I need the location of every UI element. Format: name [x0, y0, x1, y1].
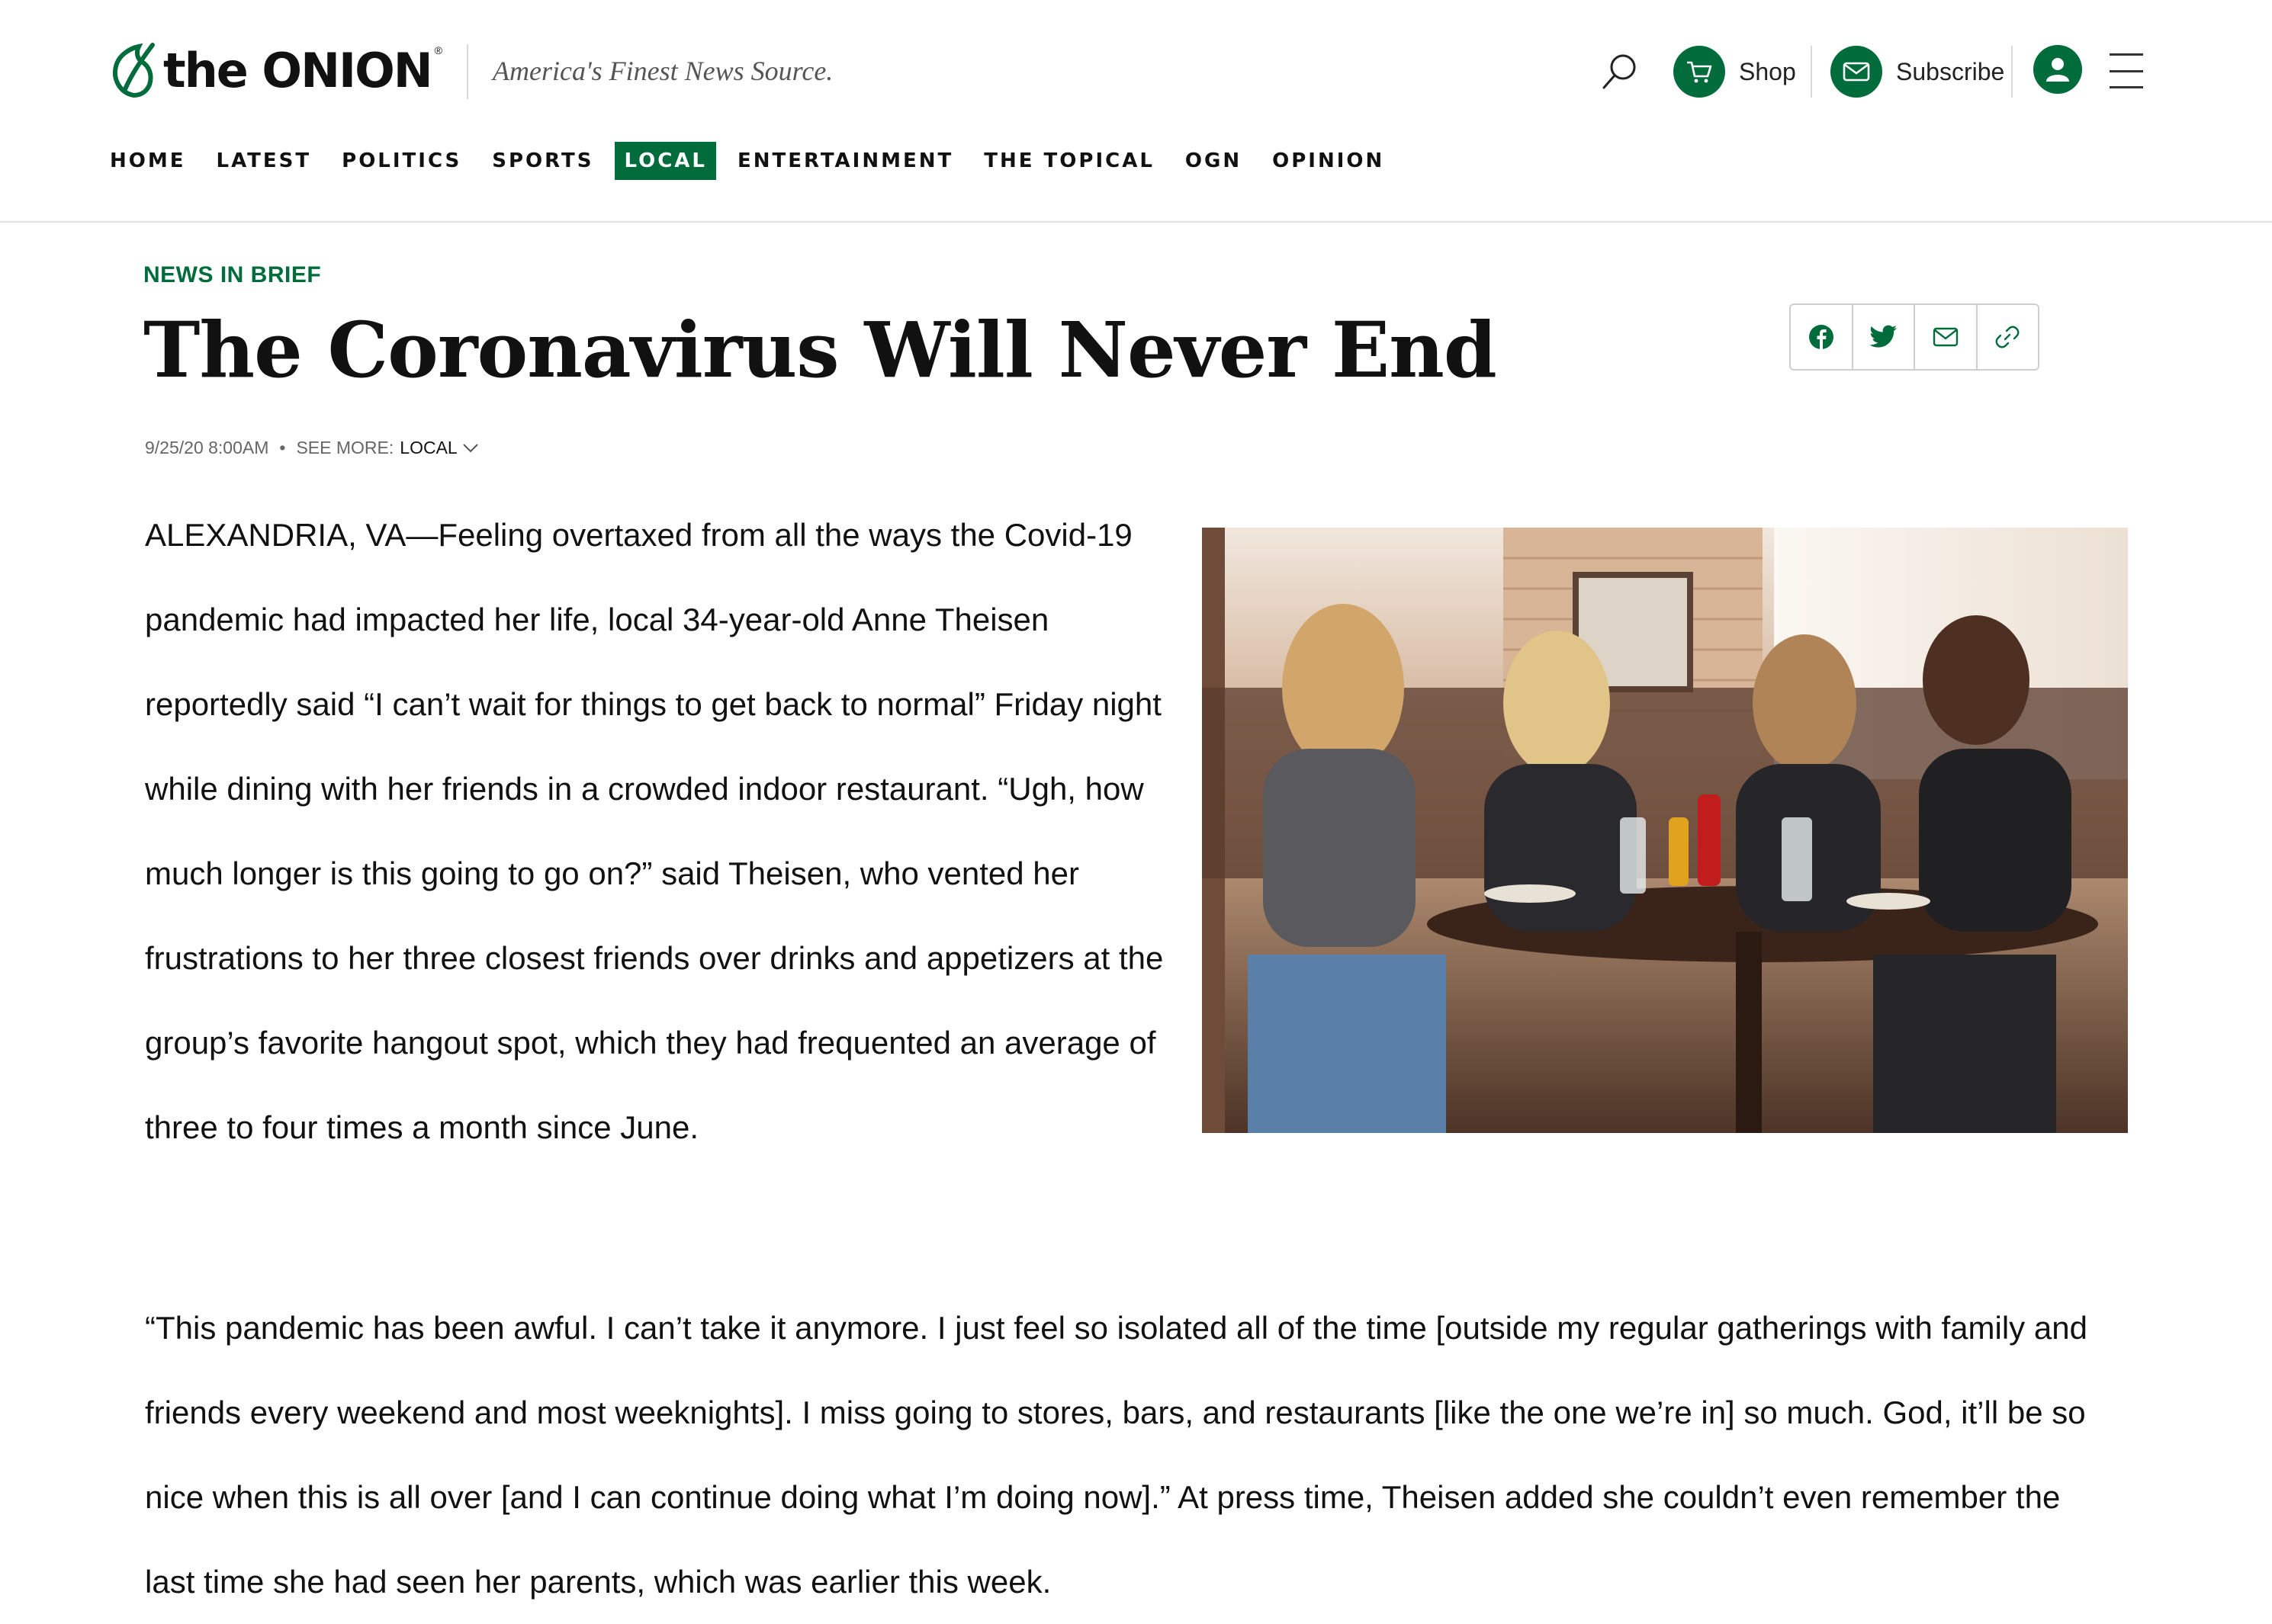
- see-more-link[interactable]: LOCAL: [400, 438, 457, 458]
- nav-item-entertainment[interactable]: ENTERTAINMENT: [738, 142, 953, 180]
- nav-item-home[interactable]: HOME: [110, 142, 186, 180]
- chevron-down-icon[interactable]: [462, 443, 479, 454]
- logo-wordmark: the ONION: [163, 42, 433, 98]
- nav-item-latest[interactable]: LATEST: [217, 142, 312, 180]
- link-icon: [1995, 326, 2020, 348]
- user-account-button[interactable]: [2033, 45, 2082, 94]
- publish-date: 9/25/20 8:00AM: [145, 438, 269, 457]
- email-icon: [1933, 327, 1958, 347]
- subscribe-button[interactable]: Subscribe: [1830, 43, 2004, 101]
- article-kicker[interactable]: NEWS IN BRIEF: [143, 262, 321, 288]
- shop-button[interactable]: Shop: [1673, 43, 1796, 101]
- share-facebook-button[interactable]: [1791, 305, 1853, 369]
- restaurant-photo-illustration: [1202, 528, 2128, 1133]
- tagline-divider: [467, 44, 468, 99]
- hamburger-menu-icon[interactable]: [2110, 53, 2143, 88]
- share-email-button[interactable]: [1915, 305, 1978, 369]
- subscribe-label: Subscribe: [1896, 57, 2005, 85]
- header-divider: [1811, 46, 1812, 98]
- tagline: America's Finest News Source.: [493, 56, 834, 86]
- search-button[interactable]: [1597, 49, 1643, 95]
- cart-icon: [1673, 46, 1725, 98]
- twitter-icon: [1869, 325, 1898, 348]
- onion-leaf-icon: [113, 43, 155, 98]
- share-link-button[interactable]: [1978, 305, 2039, 369]
- search-icon: [1602, 54, 1636, 89]
- share-bar: [1789, 303, 2039, 371]
- main-nav: HOME LATEST POLITICS SPORTS LOCAL ENTERT…: [110, 142, 1415, 180]
- meta-separator: •: [279, 438, 286, 457]
- article-paragraph-2: “This pandemic has been awful. I can’t t…: [145, 1310, 2087, 1600]
- nav-item-ogn[interactable]: OGN: [1185, 142, 1242, 180]
- shop-label: Shop: [1739, 57, 1796, 85]
- site-header: the ONION ® America's Finest News Source…: [0, 0, 2272, 223]
- nav-item-local[interactable]: LOCAL: [615, 142, 716, 180]
- facebook-icon: [1808, 325, 1833, 349]
- article-paragraph-1: ALEXANDRIA, VA—Feeling overtaxed from al…: [145, 517, 1164, 1145]
- article-photo: [1202, 528, 2128, 1133]
- user-icon: [2046, 58, 2069, 82]
- envelope-icon: [1830, 46, 1882, 98]
- nav-item-politics[interactable]: POLITICS: [342, 142, 461, 180]
- nav-item-the-topical[interactable]: THE TOPICAL: [984, 142, 1155, 180]
- nav-item-opinion[interactable]: OPINION: [1272, 142, 1384, 180]
- registered-mark: ®: [434, 44, 442, 56]
- share-twitter-button[interactable]: [1853, 305, 1915, 369]
- article-meta: 9/25/20 8:00AM • SEE MORE: LOCAL: [145, 438, 479, 458]
- header-divider: [2011, 46, 2013, 98]
- see-more-label: SEE MORE:: [296, 438, 394, 457]
- article-headline: The Coronavirus Will Never End: [143, 305, 1497, 395]
- nav-item-sports[interactable]: SPORTS: [492, 142, 593, 180]
- site-logo[interactable]: the ONION ®: [108, 40, 442, 101]
